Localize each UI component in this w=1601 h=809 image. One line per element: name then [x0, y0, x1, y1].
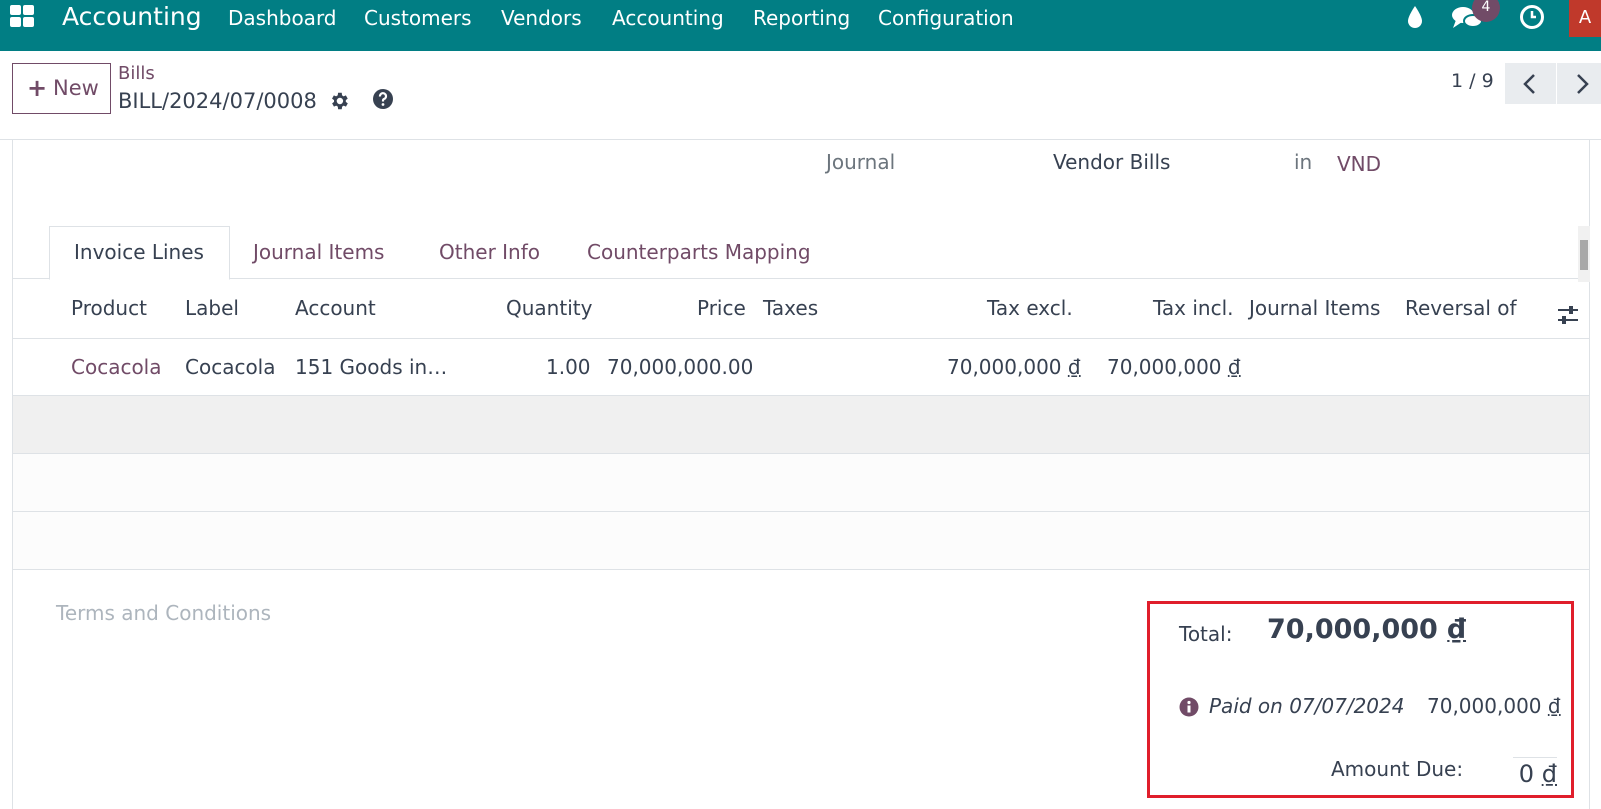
header-divider: [13, 338, 1589, 339]
currency-symbol: ₫: [1227, 355, 1241, 379]
table-row-empty[interactable]: [13, 454, 1589, 512]
amount-due-value: 0: [1518, 760, 1535, 788]
column-product[interactable]: Product: [71, 296, 147, 320]
clock-icon[interactable]: [1519, 4, 1545, 30]
tab-other-info[interactable]: Other Info: [439, 240, 540, 264]
drop-icon[interactable]: [1406, 5, 1424, 29]
column-journal-items[interactable]: Journal Items: [1249, 296, 1380, 320]
top-navbar: Accounting Dashboard Customers Vendors A…: [0, 0, 1601, 51]
chevron-right-icon: [1577, 74, 1589, 94]
column-tax-incl[interactable]: Tax incl.: [1153, 296, 1234, 320]
column-label[interactable]: Label: [185, 296, 239, 320]
pager-next-button[interactable]: [1557, 63, 1601, 104]
pager-previous-button[interactable]: [1505, 63, 1556, 104]
column-tax-excl[interactable]: Tax excl.: [987, 296, 1073, 320]
record-title: BILL/2024/07/0008: [118, 89, 317, 113]
tab-counterparts-mapping[interactable]: Counterparts Mapping: [587, 240, 811, 264]
menu-reporting[interactable]: Reporting: [753, 6, 850, 30]
column-account[interactable]: Account: [295, 296, 376, 320]
chevron-left-icon: [1523, 74, 1535, 94]
cell-product[interactable]: Cocacola: [71, 355, 162, 379]
app-title[interactable]: Accounting: [62, 2, 202, 31]
in-label: in: [1294, 150, 1313, 174]
currency-symbol: ₫: [1067, 355, 1081, 379]
amount-due-label: Amount Due:: [1331, 757, 1464, 781]
help-icon[interactable]: [372, 88, 394, 110]
scrollbar-thumb[interactable]: [1580, 240, 1588, 270]
apps-icon[interactable]: [10, 5, 36, 29]
gear-icon[interactable]: [328, 90, 350, 112]
optional-columns-icon[interactable]: [1556, 304, 1580, 326]
cell-account[interactable]: 151 Goods in…: [295, 355, 447, 379]
row-divider: [13, 569, 1589, 570]
column-taxes[interactable]: Taxes: [763, 296, 818, 320]
column-quantity[interactable]: Quantity: [506, 296, 592, 320]
plus-icon: +: [27, 74, 48, 102]
menu-configuration[interactable]: Configuration: [878, 6, 1014, 30]
cell-quantity[interactable]: 1.00: [546, 355, 591, 379]
cell-tax-incl: 70,000,000 ₫: [1107, 355, 1241, 379]
payment-value: 70,000,000: [1427, 694, 1542, 718]
tab-journal-items[interactable]: Journal Items: [253, 240, 384, 264]
total-label: Total:: [1179, 622, 1233, 646]
new-button[interactable]: + New: [12, 63, 111, 114]
journal-label: Journal: [826, 150, 896, 174]
payment-label: Paid on 07/07/2024: [1209, 694, 1405, 718]
messages-badge: 4: [1472, 0, 1500, 22]
journal-field[interactable]: Vendor Bills: [1053, 150, 1170, 174]
currency-symbol: ₫: [1447, 614, 1467, 645]
tab-label: Invoice Lines: [74, 240, 204, 264]
table-row-empty[interactable]: [13, 512, 1589, 570]
new-button-label: New: [53, 76, 99, 100]
total-amount: 70,000,000 ₫: [1267, 614, 1466, 645]
tab-invoice-lines[interactable]: Invoice Lines: [49, 226, 230, 280]
cell-label[interactable]: Cocacola: [185, 355, 276, 379]
breadcrumb-bills[interactable]: Bills: [118, 63, 155, 84]
info-icon[interactable]: [1179, 697, 1199, 717]
tabs-bar: [13, 278, 1589, 279]
menu-accounting[interactable]: Accounting: [612, 6, 724, 30]
cell-tax-excl: 70,000,000 ₫: [947, 355, 1081, 379]
user-avatar[interactable]: A: [1569, 0, 1601, 37]
column-price[interactable]: Price: [697, 296, 746, 320]
menu-dashboard[interactable]: Dashboard: [228, 6, 337, 30]
payment-amount: 70,000,000 ₫: [1427, 694, 1561, 718]
table-row-empty[interactable]: [13, 396, 1589, 453]
menu-customers[interactable]: Customers: [364, 6, 472, 30]
scrollbar[interactable]: [1578, 226, 1590, 282]
amount-due: 0 ₫: [1513, 757, 1557, 788]
currency-field[interactable]: VND: [1337, 152, 1381, 176]
cell-price[interactable]: 70,000,000.00: [607, 355, 753, 379]
pager-value[interactable]: 1 / 9: [1451, 70, 1494, 92]
column-reversal-of[interactable]: Reversal of: [1405, 296, 1517, 320]
tax-incl-amount: 70,000,000: [1107, 355, 1222, 379]
menu-vendors[interactable]: Vendors: [501, 6, 582, 30]
total-value: 70,000,000: [1267, 614, 1438, 645]
currency-symbol: ₫: [1541, 760, 1557, 788]
currency-symbol: ₫: [1547, 694, 1561, 718]
tax-excl-amount: 70,000,000: [947, 355, 1062, 379]
terms-field[interactable]: Terms and Conditions: [56, 601, 271, 625]
